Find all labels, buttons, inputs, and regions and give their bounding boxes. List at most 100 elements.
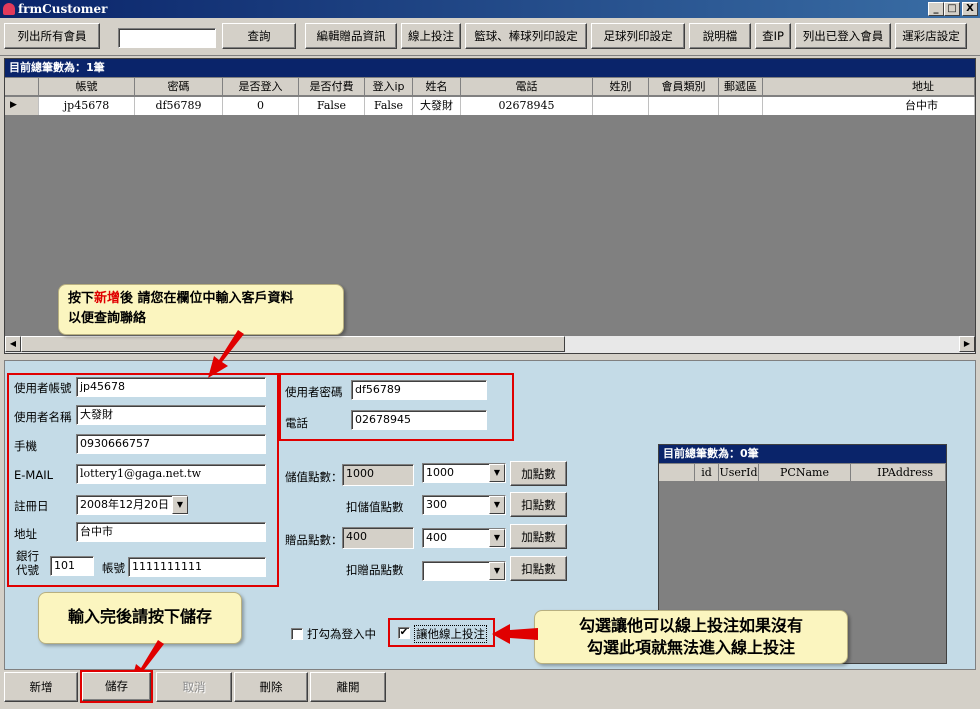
add-button[interactable]: 新增 <box>4 672 78 702</box>
address-input[interactable]: 台中市 <box>76 522 266 542</box>
callout-add-line2: 以便查詢聯絡 <box>68 311 147 326</box>
cell-paid[interactable]: False <box>299 97 365 115</box>
exit-button[interactable]: 離開 <box>310 672 386 702</box>
basketball-print-settings-button[interactable]: 籃球、棒球列印設定 <box>465 23 587 49</box>
password-input[interactable]: df56789 <box>351 380 487 400</box>
cell-member-type[interactable] <box>649 97 719 115</box>
horizontal-scrollbar[interactable]: ◀ ▶ <box>5 336 975 353</box>
cancel-button[interactable]: 取消 <box>156 672 232 702</box>
mobile-input[interactable]: 0930666757 <box>76 434 266 454</box>
cell-address[interactable]: 台中市 <box>763 97 975 115</box>
stored-points-dropdown-icon[interactable]: ▼ <box>489 464 505 482</box>
bank-code-label-2: 代號 <box>16 563 39 577</box>
customer-grid-header: 帳號 密碼 是否登入 是否付費 登入ip 姓名 電話 姓別 會員類別 郵遞區 地… <box>5 78 975 96</box>
logged-in-label: 打勾為登入中 <box>307 627 376 641</box>
cell-logged-in[interactable]: 0 <box>223 97 299 115</box>
regdate-dropdown-icon[interactable]: ▼ <box>172 496 188 514</box>
col-header-member-type[interactable]: 會員類別 <box>649 78 719 96</box>
callout-add-pre: 按下 <box>68 291 95 306</box>
scroll-right-icon[interactable]: ▶ <box>959 336 975 352</box>
cell-name[interactable]: 大發財 <box>413 97 461 115</box>
stored-points-select-value: 1000 <box>426 466 454 479</box>
list-all-members-button[interactable]: 列出所有會員 <box>4 23 100 49</box>
cell-login-ip[interactable]: False <box>365 97 413 115</box>
mobile-label: 手機 <box>14 439 37 453</box>
gift-points-dropdown-icon[interactable]: ▼ <box>489 529 505 547</box>
session-grid-header: id UserId PCName IPAddress <box>659 464 946 482</box>
stored-points-value: 1000 <box>342 464 414 486</box>
address-label: 地址 <box>14 527 37 541</box>
scroll-left-icon[interactable]: ◀ <box>5 336 21 352</box>
deduct-stored-label: 扣儲值點數 <box>346 500 404 514</box>
app-icon <box>3 3 15 15</box>
col-header-login-ip[interactable]: 登入ip <box>365 78 413 96</box>
table-row[interactable]: ▶ jp45678 df56789 0 False False 大發財 0267… <box>5 97 975 115</box>
col-header-address[interactable]: 地址 <box>763 78 975 96</box>
deduct-gift-dropdown-icon[interactable]: ▼ <box>489 562 505 580</box>
col-header-userid[interactable]: UserId <box>719 464 759 482</box>
check-ip-button[interactable]: 查IP <box>755 23 791 49</box>
col-header-logged-in[interactable]: 是否登入 <box>223 78 299 96</box>
cell-account[interactable]: jp45678 <box>39 97 135 115</box>
stored-points-label: 儲值點數： <box>285 470 343 484</box>
deduct-stored-points-button[interactable]: 扣點數 <box>510 492 567 517</box>
scrollbar-thumb[interactable] <box>21 336 565 352</box>
add-gift-points-button[interactable]: 加點數 <box>510 524 567 549</box>
instruction-callout-add: 按下新增後 請您在欄位中輸入客戶資料 以便查詢聯絡 <box>58 284 344 335</box>
col-header-gender[interactable]: 姓別 <box>593 78 649 96</box>
online-bet-button[interactable]: 線上投注 <box>401 23 461 49</box>
search-input[interactable] <box>118 28 216 48</box>
session-row-header-corner <box>659 464 695 482</box>
add-stored-points-button[interactable]: 加點數 <box>510 461 567 486</box>
football-print-settings-button[interactable]: 足球列印設定 <box>591 23 685 49</box>
email-input[interactable]: lottery1@gaga.net.tw <box>76 464 266 484</box>
title-bar: frmCustomer <box>0 0 980 18</box>
col-header-password[interactable]: 密碼 <box>135 78 223 96</box>
phone-label: 電話 <box>285 416 308 430</box>
regdate-label: 註冊日 <box>14 499 49 513</box>
col-header-name[interactable]: 姓名 <box>413 78 461 96</box>
online-bet-checkbox[interactable]: ✔ <box>398 627 410 639</box>
arrow-to-checkbox-icon <box>492 624 538 644</box>
col-header-paid[interactable]: 是否付費 <box>299 78 365 96</box>
deduct-gift-points-button[interactable]: 扣點數 <box>510 556 567 581</box>
save-button[interactable]: 儲存 <box>82 672 151 701</box>
lottery-store-settings-button[interactable]: 運彩店設定 <box>895 23 967 49</box>
maximize-button[interactable]: □ <box>944 2 960 16</box>
manual-button[interactable]: 說明檔 <box>689 23 751 49</box>
col-header-account[interactable]: 帳號 <box>39 78 135 96</box>
phone-input[interactable]: 02678945 <box>351 410 487 430</box>
minimize-button[interactable]: _ <box>928 2 944 16</box>
bank-code-input[interactable]: 101 <box>50 556 94 576</box>
bank-account-input[interactable]: 1111111111 <box>128 557 266 577</box>
password-label: 使用者密碼 <box>285 385 343 399</box>
row-selector-icon[interactable]: ▶ <box>5 97 39 115</box>
name-input[interactable]: 大發財 <box>76 405 266 425</box>
list-logged-in-button[interactable]: 列出已登入會員 <box>795 23 891 49</box>
col-header-id[interactable]: id <box>695 464 719 482</box>
col-header-pcname[interactable]: PCName <box>759 464 851 482</box>
customer-grid-caption: 目前總筆數為：1筆 <box>5 59 975 77</box>
callout-online-line1: 勾選讓他可以線上投注如果沒有 <box>578 616 803 635</box>
gift-points-select-value: 400 <box>426 531 447 544</box>
cell-gender[interactable] <box>593 97 649 115</box>
col-header-zipcode[interactable]: 郵遞區 <box>719 78 763 96</box>
bank-account-label: 帳號 <box>102 561 125 575</box>
arrow-to-form-icon <box>208 330 244 378</box>
logged-in-checkbox[interactable] <box>291 628 303 640</box>
col-header-phone[interactable]: 電話 <box>461 78 593 96</box>
close-button[interactable]: X <box>962 2 978 16</box>
gift-points-value: 400 <box>342 527 414 549</box>
cell-phone[interactable]: 02678945 <box>461 97 593 115</box>
col-header-ipaddress[interactable]: IPAddress <box>851 464 946 482</box>
cell-password[interactable]: df56789 <box>135 97 223 115</box>
delete-button[interactable]: 刪除 <box>234 672 308 702</box>
deduct-stored-select-value: 300 <box>426 498 447 511</box>
online-bet-label[interactable]: 讓他線上投注 <box>414 625 487 643</box>
cell-zipcode[interactable] <box>719 97 763 115</box>
callout-add-highlight: 新增 <box>94 291 121 306</box>
deduct-stored-dropdown-icon[interactable]: ▼ <box>489 496 505 514</box>
edit-gift-info-button[interactable]: 編輯贈品資訊 <box>305 23 397 49</box>
session-grid-caption: 目前總筆數為：0筆 <box>659 445 946 463</box>
query-button[interactable]: 查詢 <box>222 23 296 49</box>
